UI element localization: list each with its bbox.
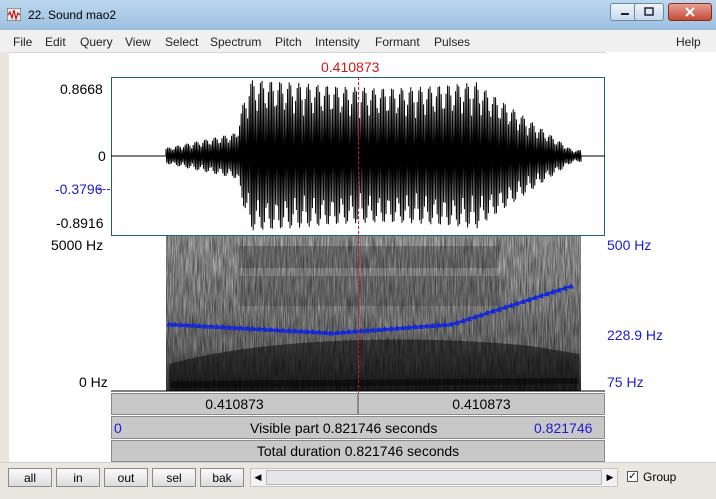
zoom-in-button[interactable]: in — [56, 468, 100, 487]
scroll-thumb[interactable] — [266, 470, 602, 485]
time-segment-right-label: 0.410873 — [452, 396, 511, 412]
left-margin — [0, 52, 9, 462]
cursor-line[interactable] — [358, 77, 359, 393]
total-duration-bar[interactable]: Total duration 0.821746 seconds — [111, 440, 605, 462]
menu-intensity[interactable]: Intensity — [315, 35, 360, 49]
scroll-left-arrow-icon[interactable]: ◀ — [251, 469, 265, 486]
right-margin — [606, 52, 716, 462]
pitch-cursor-value: 228.9 Hz — [607, 327, 664, 343]
waveform-max-label: 0.8668 — [60, 81, 103, 97]
visible-end-label: 0.821746 — [534, 420, 593, 436]
waveform-min-label: -0.8916 — [56, 215, 104, 231]
total-duration-label: Total duration 0.821746 seconds — [256, 443, 460, 459]
time-segment-right[interactable]: 0.410873 — [358, 393, 605, 415]
group-checkbox[interactable]: ✓ — [627, 471, 638, 482]
visible-part-label: Visible part 0.821746 seconds — [250, 420, 438, 436]
scroll-right-arrow-icon[interactable]: ▶ — [603, 469, 617, 486]
zoom-out-button[interactable]: out — [104, 468, 148, 487]
menu-view[interactable]: View — [125, 35, 151, 49]
pitch-bottom-label: 75 Hz — [607, 374, 644, 390]
cursor-time-label: 0.410873 — [321, 59, 380, 75]
all-button[interactable]: all — [8, 468, 52, 487]
menu-pitch[interactable]: Pitch — [275, 35, 302, 49]
maximize-button[interactable] — [634, 3, 664, 21]
menu-spectrum[interactable]: Spectrum — [210, 35, 261, 49]
window-title: 22. Sound mao2 — [28, 8, 117, 22]
maximize-icon — [644, 7, 654, 16]
pitch-top-label: 500 Hz — [607, 237, 652, 253]
menu-pulses[interactable]: Pulses — [434, 35, 470, 49]
visible-part-bar[interactable]: 0 Visible part 0.821746 seconds 0.821746 — [111, 416, 605, 439]
menu-query[interactable]: Query — [80, 35, 113, 49]
waveform-cursor-tick — [98, 189, 110, 190]
checkmark-icon: ✓ — [628, 471, 637, 482]
menu-select[interactable]: Select — [165, 35, 198, 49]
zoom-back-button[interactable]: bak — [200, 468, 244, 487]
menu-edit[interactable]: Edit — [45, 35, 66, 49]
visible-start-label: 0 — [114, 420, 122, 436]
spectrogram-bottom-label: 0 Hz — [79, 374, 108, 390]
group-label: Group — [643, 470, 677, 484]
menu-file[interactable]: File — [13, 35, 32, 49]
minimize-icon — [621, 13, 629, 15]
close-button[interactable] — [668, 3, 712, 21]
close-icon — [685, 7, 695, 17]
zoom-selection-button[interactable]: sel — [152, 468, 196, 487]
spectrogram-top-label: 5000 Hz — [51, 237, 104, 253]
time-segment-left[interactable]: 0.410873 — [111, 393, 358, 415]
waveform-zero-label: 0 — [98, 148, 106, 164]
time-segment-left-label: 0.410873 — [205, 396, 264, 412]
menu-help[interactable]: Help — [676, 35, 701, 49]
praat-app-icon — [7, 8, 21, 21]
waveform-cursor-value: -0.3796 — [55, 181, 103, 197]
menu-formant[interactable]: Formant — [375, 35, 420, 49]
